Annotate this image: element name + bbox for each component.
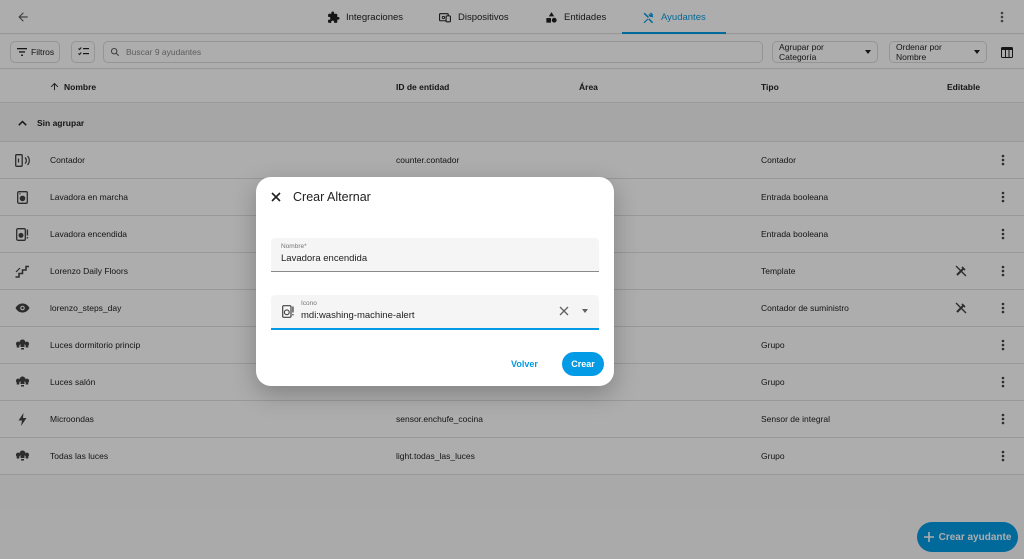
clear-icon[interactable] [558,305,570,317]
create-toggle-dialog: Crear Alternar Nombre* Icono Volver Crea… [256,177,614,386]
create-button[interactable]: Crear [562,352,604,376]
icon-input[interactable] [301,310,531,321]
dropdown-arrow-icon[interactable] [581,307,589,315]
back-button[interactable]: Volver [511,352,538,376]
close-icon[interactable] [268,189,284,205]
name-input[interactable] [281,253,531,264]
name-field-label: Nombre* [281,243,307,250]
name-field[interactable]: Nombre* [271,238,599,272]
icon-picker-field[interactable]: Icono [271,295,599,330]
dialog-title: Crear Alternar [293,190,371,204]
icon-field-label: Icono [301,300,317,307]
washing-machine-alert-icon [281,304,295,318]
